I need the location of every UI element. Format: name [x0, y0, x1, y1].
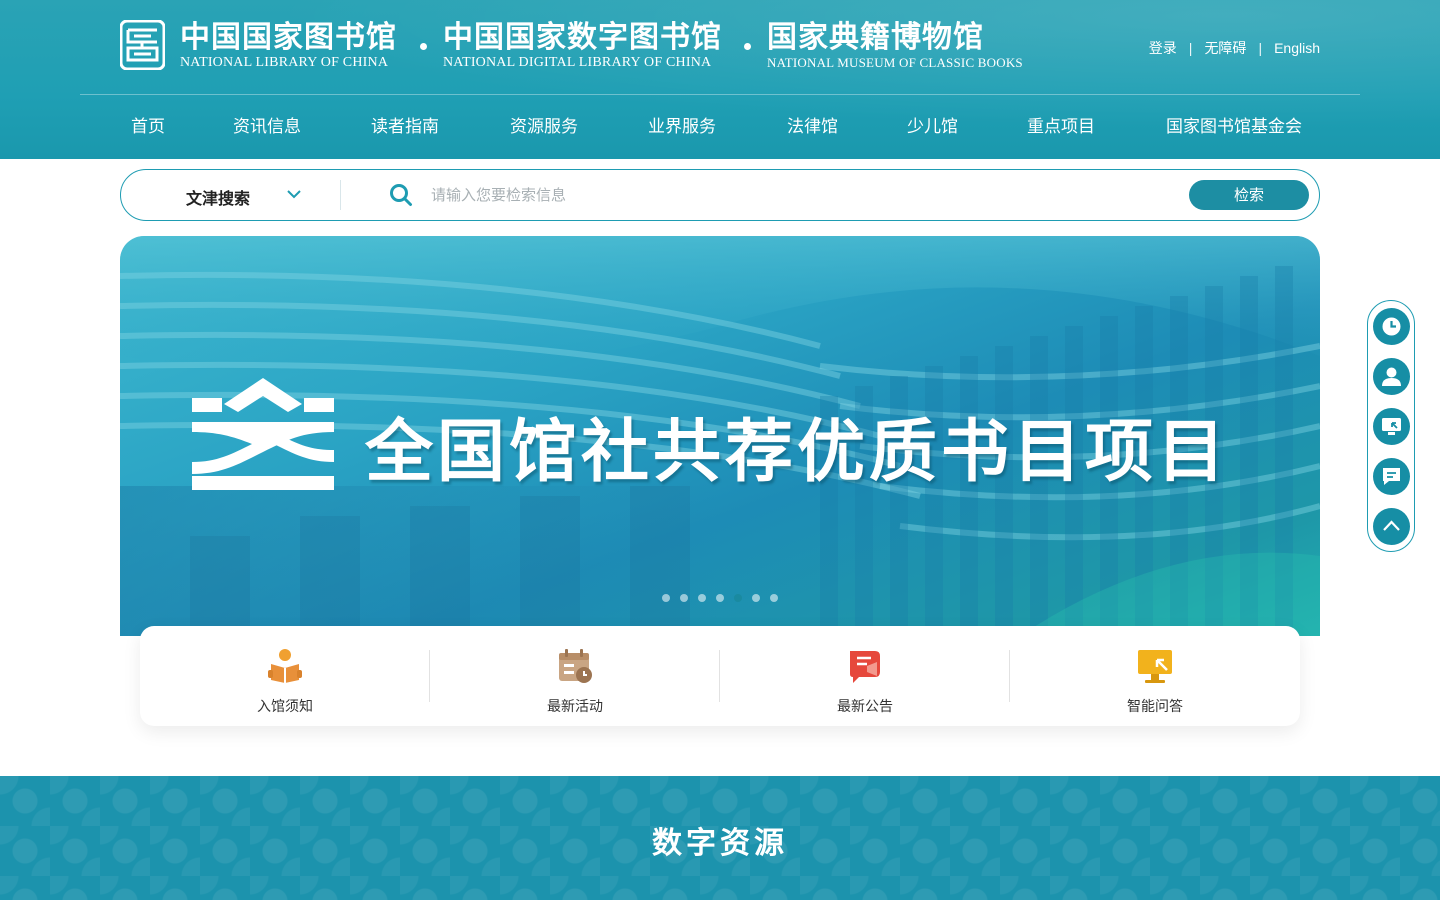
library-title-en: NATIONAL LIBRARY OF CHINA: [180, 55, 389, 70]
side-toolbar: [1367, 300, 1415, 552]
calendar-clock-icon: [559, 649, 592, 683]
section-title: 数字资源: [652, 826, 788, 861]
nav-item-industry-services[interactable]: 业界服务: [648, 112, 716, 137]
chat-icon: [1383, 468, 1400, 485]
carousel-dot[interactable]: [698, 594, 706, 602]
quick-link-visitor-notice[interactable]: 入馆须知: [140, 626, 430, 726]
library-logo-icon[interactable]: [120, 20, 165, 70]
english-link[interactable]: English: [1274, 40, 1320, 56]
digital-resources-section: 数字资源: [0, 776, 1440, 900]
screen-button[interactable]: [1373, 408, 1410, 445]
nav-item-home[interactable]: 首页: [131, 112, 165, 137]
carousel-dot[interactable]: [716, 594, 724, 602]
back-to-top-button[interactable]: [1373, 508, 1410, 545]
library-title-en: NATIONAL MUSEUM OF CLASSIC BOOKS: [767, 55, 1023, 70]
quick-link-label: 最新公告: [837, 699, 893, 715]
search-input[interactable]: [431, 180, 1171, 210]
nav-item-reader-guide[interactable]: 读者指南: [371, 112, 439, 137]
site-header: 中国国家图书馆 NATIONAL LIBRARY OF CHINA 中国国家数字…: [0, 0, 1440, 159]
nav-item-news[interactable]: 资讯信息: [233, 112, 301, 137]
login-link[interactable]: 登录: [1149, 38, 1177, 58]
library-title-cn: 中国国家数字图书馆: [443, 20, 722, 55]
carousel-dot[interactable]: [662, 594, 670, 602]
chevron-down-icon[interactable]: [285, 185, 303, 203]
quick-link-label: 智能问答: [1127, 699, 1183, 715]
carousel-dots: [662, 594, 778, 602]
screen-icon: [1382, 418, 1401, 435]
nav-item-key-projects[interactable]: 重点项目: [1027, 112, 1095, 137]
nav-item-foundation[interactable]: 国家图书馆基金会: [1166, 112, 1302, 137]
link-separator: |: [1188, 40, 1193, 56]
clock-icon: [1382, 317, 1401, 336]
carousel-dot-active[interactable]: [734, 594, 742, 602]
library-title-cn: 国家典籍博物馆: [767, 20, 984, 55]
quick-link-label: 入馆须知: [257, 699, 313, 715]
library-title-museum[interactable]: 国家典籍博物馆 NATIONAL MUSEUM OF CLASSIC BOOKS: [767, 20, 1023, 70]
title-separator-dot: [744, 43, 751, 50]
history-button[interactable]: [1373, 308, 1410, 345]
back-to-top-icon: [1383, 520, 1400, 531]
chat-button[interactable]: [1373, 458, 1410, 495]
banner-title: 全国馆社共荐优质书目项目: [365, 413, 1230, 492]
reading-person-icon: [268, 649, 302, 683]
search-divider: [340, 180, 341, 210]
library-title-ndlc[interactable]: 中国国家数字图书馆 NATIONAL DIGITAL LIBRARY OF CH…: [443, 20, 722, 70]
project-logo-icon: [192, 378, 334, 490]
nav-item-resource-services[interactable]: 资源服务: [510, 112, 578, 137]
quick-link-label: 最新活动: [547, 699, 603, 715]
link-separator: |: [1258, 40, 1263, 56]
quick-link-smart-qa[interactable]: 智能问答: [1010, 626, 1300, 726]
quick-links-card: 入馆须知 最新活动 最新公告 智能问答: [140, 626, 1300, 726]
search-button[interactable]: 检索: [1189, 180, 1309, 210]
top-links: 登录 | 无障碍 | English: [1149, 38, 1320, 58]
quick-link-latest-notices[interactable]: 最新公告: [720, 626, 1010, 726]
carousel-dot[interactable]: [752, 594, 760, 602]
user-icon: [1382, 367, 1401, 386]
quick-link-latest-events[interactable]: 最新活动: [430, 626, 720, 726]
search-type-select[interactable]: 文津搜索: [186, 185, 250, 209]
accessibility-link[interactable]: 无障碍: [1204, 38, 1246, 58]
library-title-en: NATIONAL DIGITAL LIBRARY OF CHINA: [443, 55, 712, 70]
main-nav: 首页 资讯信息 读者指南 资源服务 业界服务 法律馆 少儿馆 重点项目 国家图书…: [0, 95, 1440, 159]
title-separator-dot: [420, 43, 427, 50]
nav-item-children-library[interactable]: 少儿馆: [907, 112, 958, 137]
search-icon: [390, 184, 412, 206]
library-title-cn: 中国国家图书馆: [180, 20, 397, 55]
announcement-flag-icon: [850, 651, 880, 683]
library-title-nlc[interactable]: 中国国家图书馆 NATIONAL LIBRARY OF CHINA: [180, 20, 397, 70]
carousel-dot[interactable]: [770, 594, 778, 602]
nav-item-law-library[interactable]: 法律馆: [787, 112, 838, 137]
search-bar: 文津搜索 检索: [120, 169, 1320, 221]
smart-screen-icon: [1138, 650, 1172, 683]
hero-banner[interactable]: 全国馆社共荐优质书目项目: [120, 236, 1320, 636]
carousel-dot[interactable]: [680, 594, 688, 602]
user-button[interactable]: [1373, 358, 1410, 395]
